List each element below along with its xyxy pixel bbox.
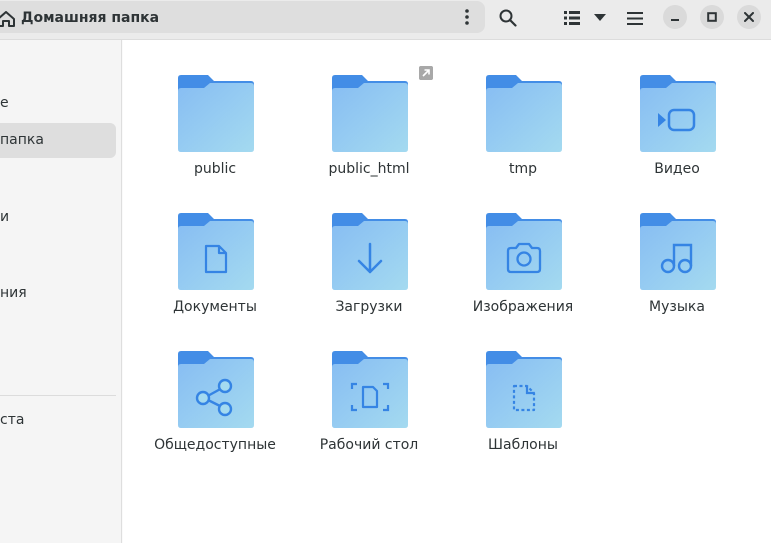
sidebar-item-other-locations[interactable]: ста [0,410,24,430]
sidebar-separator [0,395,116,396]
search-button[interactable] [494,4,522,32]
view-options-button[interactable] [590,4,610,32]
folder-item[interactable]: Загрузки [292,211,446,341]
maximize-icon [707,12,717,22]
folder-label: Шаблоны [488,437,558,453]
folder-item[interactable]: Видео [600,73,754,203]
maximize-button[interactable] [700,5,724,29]
path-label[interactable]: Домашняя папка [21,10,159,26]
folder-item[interactable]: Музыка [600,211,754,341]
folder-label: Видео [654,161,700,177]
sidebar: е папка и ния ста [0,40,122,543]
sidebar-item-label: папка [0,132,44,148]
folder-templates-icon [486,351,562,428]
folder-item[interactable]: tmp [446,73,600,203]
folder-publicshare-icon [178,351,254,428]
sidebar-item-home[interactable]: папка [0,123,116,158]
folder-icon [178,75,254,152]
chevron-down-icon [594,14,606,21]
main-menu-button[interactable] [621,4,649,32]
hamburger-menu-icon [627,11,643,25]
sidebar-item-pictures[interactable]: ния [0,283,27,303]
list-view-icon [564,11,580,25]
folder-label: Общедоступные [154,437,276,453]
more-vertical-icon [465,9,469,25]
symlink-emblem-icon [419,66,433,80]
home-icon[interactable] [0,11,16,27]
folder-label: Рабочий стол [319,437,419,453]
path-bar[interactable]: Домашняя папка [0,1,485,33]
sidebar-item-downloads[interactable]: и [0,207,9,227]
folder-label: Загрузки [335,299,403,315]
folder-item[interactable]: public_html [292,66,446,203]
minimize-button[interactable] [663,5,687,29]
folder-item[interactable]: Общедоступные [138,349,292,479]
path-menu-button[interactable] [456,5,478,29]
folder-label: tmp [508,161,537,177]
folder-item[interactable]: Изображения [446,211,600,341]
folder-label: Документы [173,299,257,315]
search-icon [499,9,517,27]
folder-documents-icon [178,213,254,290]
folder-icon [486,75,562,152]
folder-item[interactable]: Шаблоны [446,349,600,479]
folder-videos-icon [640,75,716,152]
sidebar-item-recent[interactable]: е [0,93,9,113]
folder-downloads-icon [332,213,408,290]
minimize-icon [671,19,679,21]
folder-icon [332,75,408,152]
file-grid: public public_html tmp Видео Документы З… [123,40,771,543]
folder-item[interactable]: Рабочий стол [292,349,446,479]
close-button[interactable] [737,5,761,29]
close-icon [744,12,754,22]
folder-item[interactable]: public [138,73,292,203]
folder-label: public_html [328,161,410,177]
folder-label: Музыка [649,299,705,315]
folder-item[interactable]: Документы [138,211,292,341]
folder-label: public [193,161,237,177]
folder-music-icon [640,213,716,290]
view-list-button[interactable] [558,4,586,32]
folder-label: Изображения [472,299,574,315]
folder-pictures-icon [486,213,562,290]
folder-desktop-icon [332,351,408,428]
header-bar: Домашняя папка [0,0,771,40]
